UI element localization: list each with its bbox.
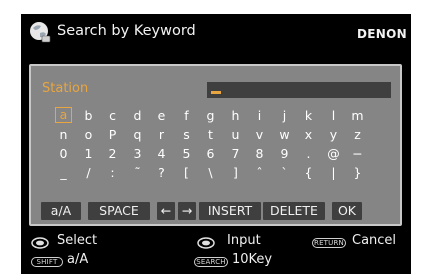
- cancel-hint: Cancel: [352, 233, 397, 248]
- keyboard-key[interactable]: q: [129, 127, 146, 142]
- keyboard-key[interactable]: 0: [55, 146, 72, 161]
- keyboard-key[interactable]: w: [276, 127, 293, 142]
- keyboard-key[interactable]: [: [178, 165, 195, 180]
- keyboard-key[interactable]: P: [104, 127, 121, 142]
- keyboard-key[interactable]: f: [178, 108, 195, 123]
- space-button[interactable]: SPACE: [88, 202, 150, 220]
- keyboard-key[interactable]: 3: [129, 146, 146, 161]
- keyboard-key[interactable]: 1: [80, 146, 97, 161]
- keyboard-key[interactable]: @: [325, 146, 342, 161]
- input-label: Station: [42, 81, 89, 96]
- keyboard-key[interactable]: d: [129, 108, 146, 123]
- select-hint: Select: [57, 233, 98, 248]
- keyboard-key[interactable]: 5: [178, 146, 195, 161]
- insert-button[interactable]: INSERT: [199, 202, 261, 220]
- search-hint: 10Key: [232, 252, 273, 267]
- keyboard-key[interactable]: h: [227, 108, 244, 123]
- keyboard-key[interactable]: v: [251, 127, 268, 142]
- keyboard-key[interactable]: o: [80, 127, 97, 142]
- search-key-icon: SEARCH: [194, 257, 228, 267]
- keyboard-key[interactable]: −: [349, 146, 366, 161]
- keyboard-key[interactable]: n: [55, 127, 72, 142]
- keyboard-key[interactable]: y: [325, 127, 342, 142]
- ok-button[interactable]: OK: [332, 202, 362, 220]
- keyboard-key[interactable]: c: [104, 108, 121, 123]
- keyboard-key[interactable]: 6: [202, 146, 219, 161]
- keyboard-key[interactable]: x: [300, 127, 317, 142]
- keyboard-key[interactable]: 8: [251, 146, 268, 161]
- keyboard-key[interactable]: 7: [227, 146, 244, 161]
- brand-logo: DENON: [357, 27, 407, 41]
- keyboard-key[interactable]: /: [80, 165, 97, 180]
- function-row: a/A SPACE ← → INSERT DELETE OK: [41, 202, 397, 220]
- keyboard-key[interactable]: g: [202, 108, 219, 123]
- keyboard-key[interactable]: .: [300, 146, 317, 161]
- keyboard-key[interactable]: i: [251, 108, 268, 123]
- keyboard-key[interactable]: t: [202, 127, 219, 142]
- keyboard-key[interactable]: a: [55, 107, 72, 123]
- text-cursor: [211, 91, 221, 94]
- keyboard-key[interactable]: ]: [227, 165, 244, 180]
- keyboard-key[interactable]: }: [349, 165, 366, 180]
- keyboard-key[interactable]: s: [178, 127, 195, 142]
- keyboard-key[interactable]: 9: [276, 146, 293, 161]
- footer-hints: Select Input RETURN Cancel SHIFT a/A SEA…: [21, 232, 411, 274]
- keyboard-key[interactable]: j: [276, 108, 293, 123]
- return-key-icon: RETURN: [312, 238, 346, 248]
- keyboard-panel: Station abcdefghijklm noPqrstuvwxyz 012345…: [29, 64, 402, 226]
- cursor-left-button[interactable]: ←: [157, 202, 175, 220]
- keyboard-key[interactable]: z: [349, 127, 366, 142]
- header: Search by Keyword DENON: [21, 14, 411, 52]
- keyboard-key[interactable]: ˜: [129, 165, 146, 180]
- keyboard-key[interactable]: ?: [153, 165, 170, 180]
- cursor-right-button[interactable]: →: [178, 202, 196, 220]
- dial-input-icon: [197, 237, 215, 249]
- keyboard-key[interactable]: 4: [153, 146, 170, 161]
- keyboard-key[interactable]: u: [227, 127, 244, 142]
- keyboard-key[interactable]: |: [325, 165, 342, 180]
- keyboard-key[interactable]: m: [349, 108, 366, 123]
- page-title: Search by Keyword: [57, 23, 196, 39]
- keyboard-key[interactable]: :: [104, 165, 121, 180]
- keyboard-key[interactable]: ˆ: [251, 165, 268, 180]
- keyboard-key[interactable]: 2: [104, 146, 121, 161]
- keyboard-key[interactable]: {: [300, 165, 317, 180]
- keyboard-key[interactable]: \: [202, 165, 219, 180]
- case-toggle-button[interactable]: a/A: [41, 202, 81, 220]
- input-hint: Input: [227, 233, 261, 248]
- globe-icon: [30, 22, 51, 43]
- shift-hint: a/A: [67, 252, 89, 267]
- keyboard-key[interactable]: l: [325, 108, 342, 123]
- keyword-input[interactable]: [207, 82, 391, 98]
- delete-button[interactable]: DELETE: [263, 202, 325, 220]
- keyboard-key[interactable]: e: [153, 108, 170, 123]
- keyboard-key[interactable]: `: [276, 165, 293, 180]
- keyboard-key[interactable]: k: [300, 108, 317, 123]
- keyboard-key[interactable]: r: [153, 127, 170, 142]
- shift-key-icon: SHIFT: [31, 257, 63, 267]
- screen: Search by Keyword DENON Station abcdefgh…: [21, 14, 411, 274]
- keyboard-key[interactable]: _: [55, 165, 72, 180]
- dial-select-icon: [31, 237, 49, 249]
- keyboard-key[interactable]: b: [80, 108, 97, 123]
